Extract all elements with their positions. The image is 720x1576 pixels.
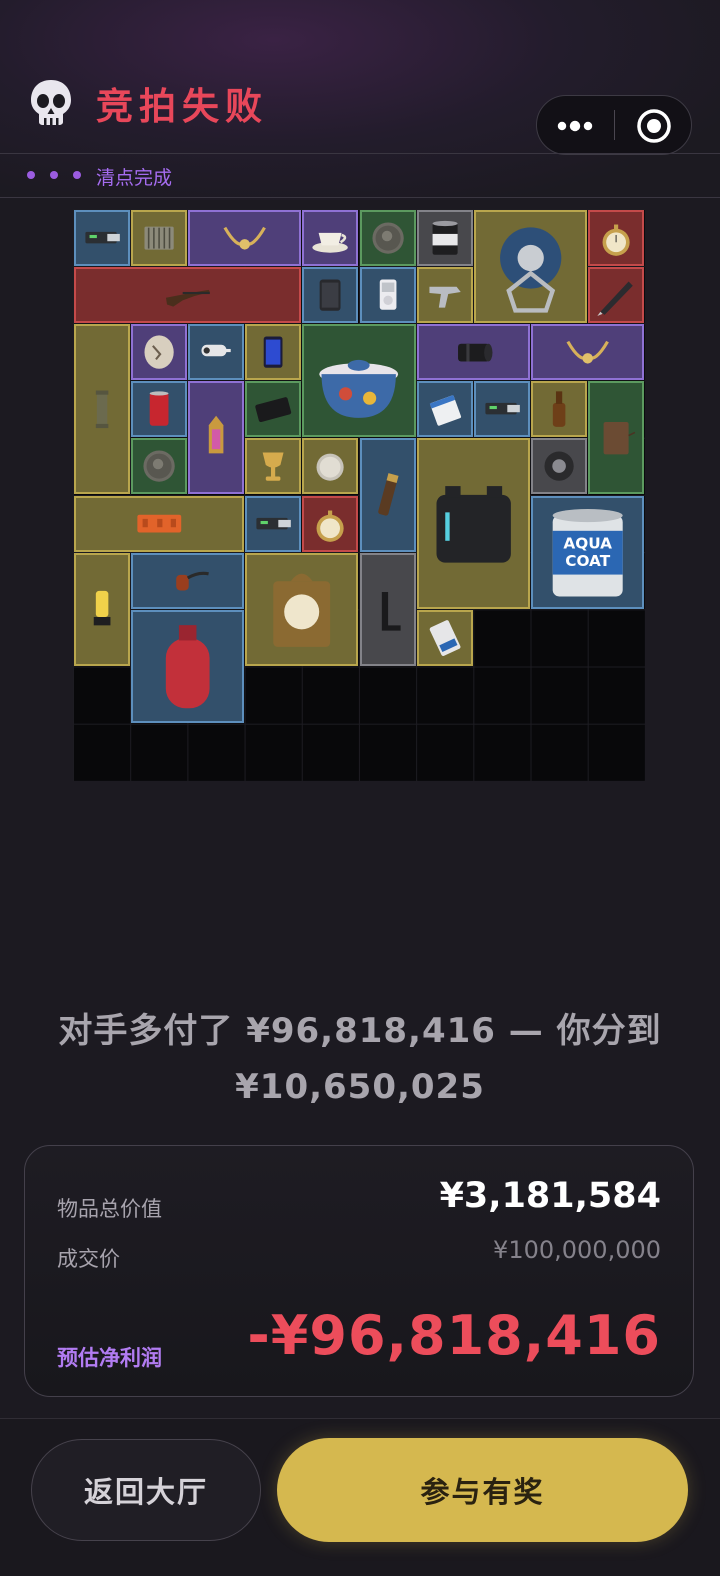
inventory-item-security-camera[interactable] [187, 323, 245, 381]
target-close-icon[interactable] [617, 96, 691, 154]
capsule-divider [614, 110, 615, 140]
inventory-item-leather-notebook[interactable] [588, 381, 645, 495]
inventory-item-phone-dark[interactable] [245, 323, 302, 381]
inventory-item-coin-2[interactable] [130, 438, 187, 495]
inventory-item-mantel-clock[interactable] [245, 552, 359, 667]
inventory-item-soda-can[interactable] [130, 381, 187, 438]
inventory-item-orange-case[interactable] [73, 495, 245, 552]
inventory-item-power-station[interactable] [416, 438, 531, 609]
result-summary: 对手多付了 ¥96,818,416 — 你分到 ¥10,650,025 [58, 1011, 662, 1107]
deal-price-label: 成交价 [57, 1247, 120, 1271]
inventory-item-fountain-pen[interactable] [588, 266, 645, 323]
inventory-item-circuit-board[interactable] [130, 209, 187, 266]
inventory-item-cigarette-pack[interactable] [416, 381, 473, 438]
status-row: 清点完成 [0, 157, 720, 197]
inventory-item-black-card[interactable] [245, 381, 302, 438]
result-card: 物品总价值 ¥3,181,584 成交价 ¥100,000,000 预估净利润 … [24, 1145, 694, 1397]
inventory-item-tobacco-pipe[interactable] [130, 552, 245, 609]
inventory-item-gas-cylinder[interactable] [130, 609, 245, 724]
inventory-item-ceramic-pot[interactable] [302, 323, 416, 438]
inventory-item-ornate-lantern[interactable] [187, 381, 245, 495]
inventory-item-flintlock-rifle[interactable] [73, 266, 302, 323]
inventory-item-memory-stick[interactable] [416, 609, 473, 667]
inventory-item-compact-mirror[interactable] [302, 438, 359, 495]
inventory-item-pocket-watch[interactable] [588, 209, 645, 266]
total-value-label: 物品总价值 [57, 1197, 162, 1221]
inventory-item-small-bottle[interactable] [531, 381, 588, 438]
inventory-item-spyglass[interactable] [359, 438, 416, 552]
inventory-item-teacup[interactable] [302, 209, 359, 266]
back-to-lobby-button[interactable]: 返回大厅 [31, 1439, 261, 1541]
inventory-item-old-coin[interactable] [359, 209, 416, 266]
inventory-item-horn-necklace[interactable] [187, 209, 302, 266]
more-dots-icon[interactable] [537, 96, 615, 154]
inventory-item-duct-tape[interactable] [531, 438, 588, 495]
inventory-item-gold-chalice[interactable] [245, 438, 302, 495]
skull-icon [28, 78, 74, 128]
status-dot [27, 171, 35, 179]
inventory-item-pocket-watch-2[interactable] [302, 495, 359, 552]
inventory-item-drawing-tube[interactable] [73, 323, 130, 495]
net-profit-label: 预估净利润 [57, 1346, 162, 1370]
inventory-item-fossil-egg[interactable] [130, 323, 187, 381]
inventory-item-paint-bucket[interactable]: AQUA COAT [531, 495, 645, 609]
mini-program-capsule [536, 95, 692, 155]
inventory-item-black-bracket[interactable] [359, 552, 416, 667]
svg-text:COAT: COAT [565, 551, 610, 569]
inventory-item-mp3-player[interactable] [359, 266, 416, 323]
result-header: 竞拍失败 [0, 0, 720, 155]
inventory-item-hot-glue-gun[interactable] [416, 266, 473, 323]
join-reward-button[interactable]: 参与有奖 [277, 1438, 688, 1542]
inventory-item-cable-reel[interactable] [473, 209, 588, 323]
inventory-item-paint-can-small[interactable] [416, 209, 473, 266]
inventory-item-usb-drive-2[interactable] [473, 381, 531, 438]
inventory-grid: AQUA COAT [73, 209, 645, 781]
inventory-item-smartphone[interactable] [302, 266, 359, 323]
status-dot [50, 171, 58, 179]
inventory-item-oil-lamp[interactable] [73, 552, 130, 667]
header-divider [0, 153, 720, 154]
status-text: 清点完成 [96, 167, 173, 189]
inventory-item-usb-drive[interactable] [73, 209, 130, 266]
inventory-item-horn-necklace-2[interactable] [531, 323, 645, 381]
total-value: ¥3,181,584 [439, 1176, 661, 1216]
inventory-item-camera-lens[interactable] [416, 323, 531, 381]
svg-text:AQUA: AQUA [563, 534, 612, 552]
inventory-item-usb-drive-3[interactable] [245, 495, 302, 552]
status-divider [0, 197, 720, 198]
deal-price-value: ¥100,000,000 [493, 1236, 661, 1264]
net-profit-value: -¥96,818,416 [247, 1304, 661, 1367]
status-dot [73, 171, 81, 179]
page-title: 竞拍失败 [96, 85, 268, 128]
